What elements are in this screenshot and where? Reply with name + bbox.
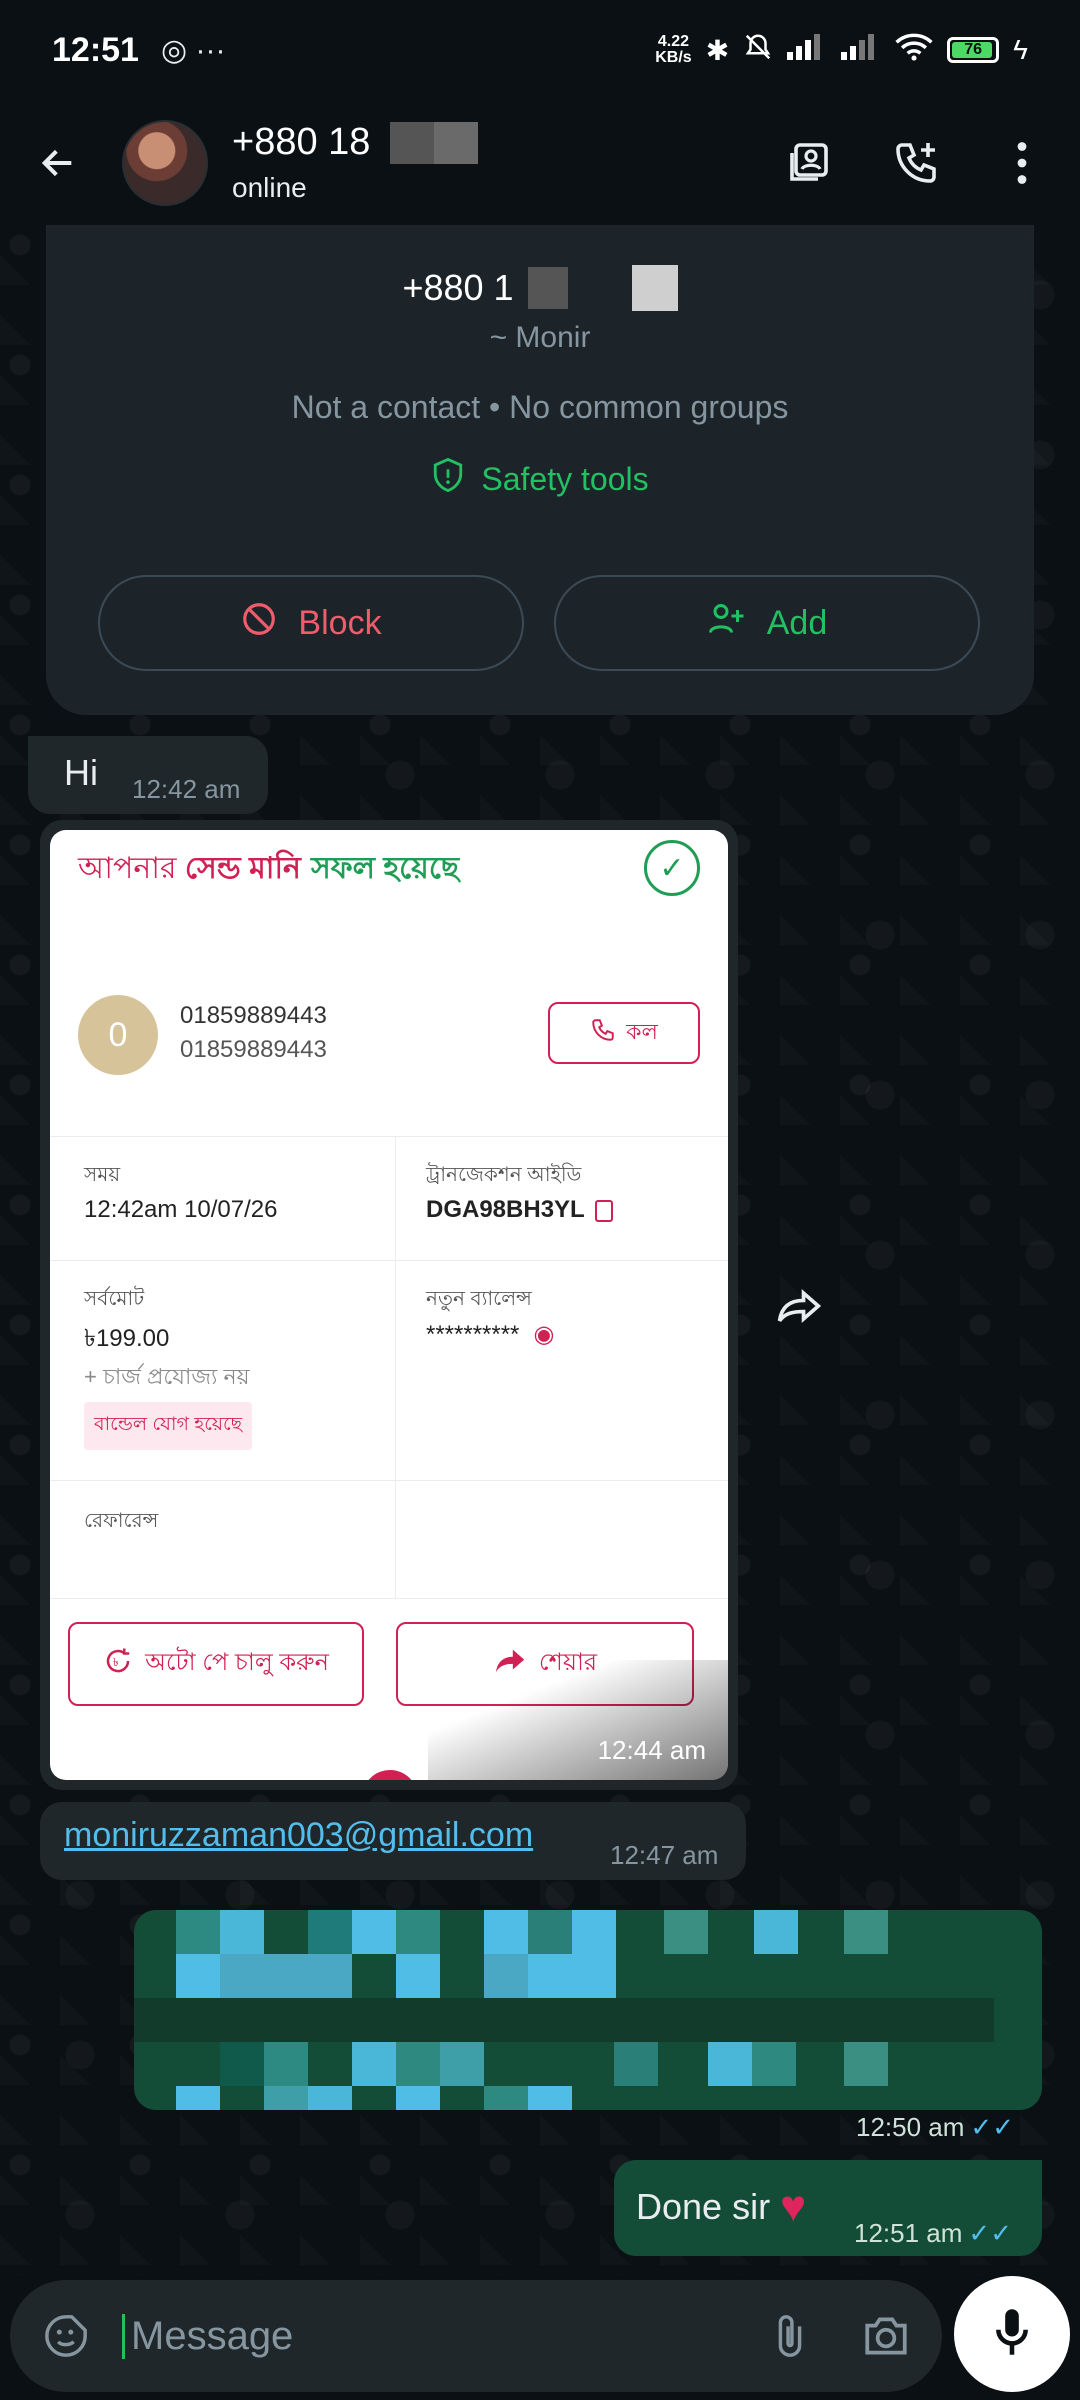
add-contact-button[interactable]: Add — [554, 575, 980, 671]
message-time: 12:47 am — [610, 1840, 719, 1870]
redacted-block — [527, 267, 568, 309]
add-call-icon[interactable] — [888, 135, 944, 191]
recipient-number-secondary: 01859889443 — [180, 1036, 327, 1063]
balance-value: ********** ◉ — [426, 1321, 555, 1348]
wifi-icon — [895, 32, 933, 69]
total-label: সর্বমোট — [84, 1288, 145, 1310]
notification-icons: ◎ ··· — [160, 33, 226, 67]
image-message[interactable]: আপনার সেন্ড মানি সফল হয়েছে ✓ 0 018598894… — [40, 820, 738, 1790]
info-number: +880 1 — [46, 265, 1034, 311]
eye-icon: ◉ — [533, 1321, 555, 1348]
redacted-block — [390, 121, 479, 164]
contact-title-block[interactable]: +880 18 online — [232, 121, 479, 204]
message-text: Hi — [64, 752, 98, 793]
info-name: ~ Monir — [489, 321, 591, 354]
microphone-icon — [992, 2307, 1032, 2362]
bkash-logo-partial — [362, 1770, 418, 1780]
charging-icon: ϟ — [1013, 34, 1028, 65]
status-bar: 12:51 ◎ ··· 4.22 KB/s ✱ 76 ϟ — [0, 0, 1080, 100]
more-options-icon[interactable] — [994, 135, 1050, 191]
mute-icon — [743, 32, 773, 69]
signal-icon-2 — [841, 33, 881, 67]
shield-icon — [431, 456, 465, 502]
svg-text:৳: ৳ — [113, 1656, 119, 1669]
message-hi[interactable]: Hi 12:42 am — [28, 736, 268, 814]
trxid-value: DGA98BH3YL — [426, 1196, 613, 1224]
block-button[interactable]: Block — [98, 575, 524, 671]
redacted-message[interactable] — [134, 1910, 1042, 2110]
time-value: 12:42am 10/07/26 — [84, 1196, 278, 1223]
email-link[interactable]: moniruzzaman003@gmail.com — [64, 1816, 533, 1855]
chat-header: +880 18 online — [0, 100, 1080, 225]
reference-label: রেফারেন্স — [84, 1510, 159, 1532]
double-check-icon: ✓✓ — [968, 2218, 1012, 2248]
receipt-call-button: কল — [548, 1002, 700, 1064]
info-subtitle: Not a contact • No common groups — [291, 389, 789, 425]
receipt-heading: আপনার সেন্ড মানি সফল হয়েছে — [78, 852, 460, 885]
contact-card-icon[interactable] — [782, 135, 838, 191]
copy-icon — [594, 1199, 613, 1222]
charge-note: + চার্জ প্রযোজ্য নয় — [84, 1364, 250, 1389]
camera-icon[interactable] — [858, 2308, 914, 2364]
heart-emoji-icon: ♥ — [780, 2182, 807, 2231]
block-icon — [240, 600, 278, 647]
signal-icon — [787, 33, 827, 67]
emoji-sticker-icon[interactable] — [38, 2308, 94, 2364]
status-right-icons: 4.22 KB/s ✱ 76 ϟ — [655, 32, 1028, 69]
forward-icon[interactable] — [760, 1268, 836, 1344]
attach-icon[interactable] — [762, 2308, 818, 2364]
contact-name: +880 18 — [232, 121, 479, 164]
message-done[interactable]: Done sir ♥ 12:51 am ✓✓ — [614, 2160, 1042, 2256]
mic-button[interactable] — [954, 2276, 1070, 2392]
network-speed: 4.22 KB/s — [655, 33, 692, 66]
autopay-icon: ৳ — [103, 1646, 133, 1683]
add-person-icon — [707, 601, 747, 646]
success-check-icon: ✓ — [644, 840, 700, 896]
message-email[interactable]: moniruzzaman003@gmail.com 12:47 am — [40, 1802, 746, 1880]
contact-status: online — [232, 172, 307, 203]
message-time: 12:42 am — [132, 774, 241, 804]
battery-icon: 76 — [947, 37, 1000, 63]
message-input[interactable] — [122, 2313, 722, 2359]
double-check-icon: ✓✓ — [970, 2112, 1014, 2142]
message-composer — [10, 2280, 942, 2392]
bluetooth-icon: ✱ — [705, 34, 730, 66]
receipt-image: আপনার সেন্ড মানি সফল হয়েছে ✓ 0 018598894… — [50, 830, 728, 1780]
unknown-contact-card: +880 1 ~ Monir Not a contact • No common… — [46, 225, 1034, 715]
recipient-number: 01859889443 — [180, 1002, 327, 1029]
header-actions — [782, 135, 1050, 191]
safety-tools-link[interactable]: Safety tools — [46, 456, 1034, 502]
redacted-block — [631, 265, 678, 311]
message-text: Done sir ♥ — [636, 2182, 807, 2231]
balance-label: নতুন ব্যালেন্স — [426, 1288, 532, 1310]
info-actions: Block Add — [98, 575, 980, 671]
total-value: ৳199.00 — [84, 1325, 170, 1352]
time-label: সময় — [84, 1164, 121, 1186]
message-time: 12:51 am ✓✓ — [854, 2218, 1012, 2248]
status-time: 12:51 — [52, 30, 139, 69]
contact-avatar[interactable] — [122, 119, 208, 206]
message-time: 12:50 am ✓✓ — [856, 2112, 1014, 2142]
recipient-avatar: 0 — [78, 995, 158, 1075]
trxid-label: ট্রানজেকশন আইডি — [426, 1164, 582, 1186]
phone-icon — [590, 1017, 616, 1049]
autopay-button: ৳ অটো পে চালু করুন — [68, 1622, 364, 1706]
back-arrow-icon[interactable] — [30, 135, 86, 191]
message-time: 12:44 am — [597, 1735, 706, 1765]
bundle-badge: বান্ডেল যোগ হয়েছে — [84, 1402, 253, 1450]
